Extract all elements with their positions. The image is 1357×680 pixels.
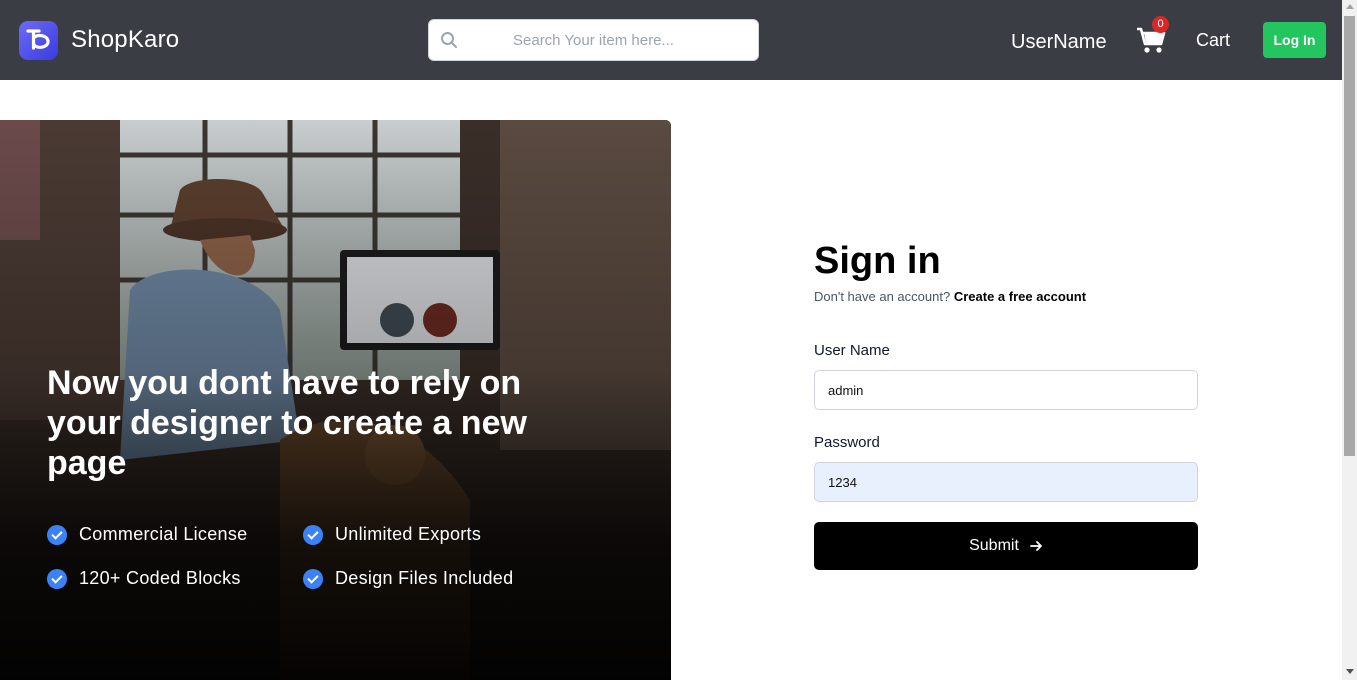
- scroll-down-arrow-icon[interactable]: [1346, 669, 1354, 674]
- scroll-thumb[interactable]: [1344, 16, 1355, 456]
- arrow-right-icon: [1029, 541, 1042, 551]
- page-scrollbar[interactable]: [1342, 0, 1357, 680]
- submit-label: Submit: [969, 537, 1019, 554]
- no-account-text: Don't have an account?: [814, 289, 951, 304]
- top-navbar: ShopKaro UserName 0 Cart Log In: [0, 0, 1342, 80]
- username-input[interactable]: [814, 370, 1198, 410]
- scroll-up-arrow-icon[interactable]: [1346, 4, 1354, 9]
- check-circle-icon: [47, 524, 67, 545]
- submit-button[interactable]: Submit: [814, 522, 1198, 570]
- hero-panel: Now you dont have to rely on your design…: [0, 120, 671, 680]
- password-input[interactable]: [814, 462, 1198, 502]
- create-account-link[interactable]: Create a free account: [954, 289, 1086, 304]
- search-icon: [441, 32, 457, 48]
- feature-label: Design Files Included: [335, 568, 514, 588]
- username-label[interactable]: UserName: [1011, 31, 1107, 54]
- username-field-label: User Name: [814, 342, 890, 359]
- cart-count-badge: 0: [1152, 16, 1169, 33]
- login-button[interactable]: Log In: [1263, 22, 1326, 58]
- hero-title: Now you dont have to rely on your design…: [47, 364, 527, 482]
- feature-label: Unlimited Exports: [335, 524, 482, 544]
- password-field-label: Password: [814, 434, 880, 451]
- check-circle-icon: [303, 524, 323, 545]
- logo-icon[interactable]: [19, 21, 58, 60]
- feature-item: 120+ Coded Blocks: [47, 568, 241, 589]
- signin-title: Sign in: [814, 240, 941, 282]
- search-bar[interactable]: [428, 19, 759, 61]
- feature-item: Design Files Included: [303, 568, 513, 589]
- feature-item: Unlimited Exports: [303, 524, 481, 545]
- feature-label: 120+ Coded Blocks: [79, 568, 241, 588]
- brand-name[interactable]: ShopKaro: [71, 26, 179, 54]
- feature-item: Commercial License: [47, 524, 247, 545]
- signin-subtitle: Don't have an account? Create a free acc…: [814, 289, 1086, 304]
- cart-link[interactable]: Cart: [1196, 30, 1230, 51]
- search-input[interactable]: [469, 21, 749, 59]
- check-circle-icon: [47, 568, 67, 589]
- feature-label: Commercial License: [79, 524, 248, 544]
- check-circle-icon: [303, 568, 323, 589]
